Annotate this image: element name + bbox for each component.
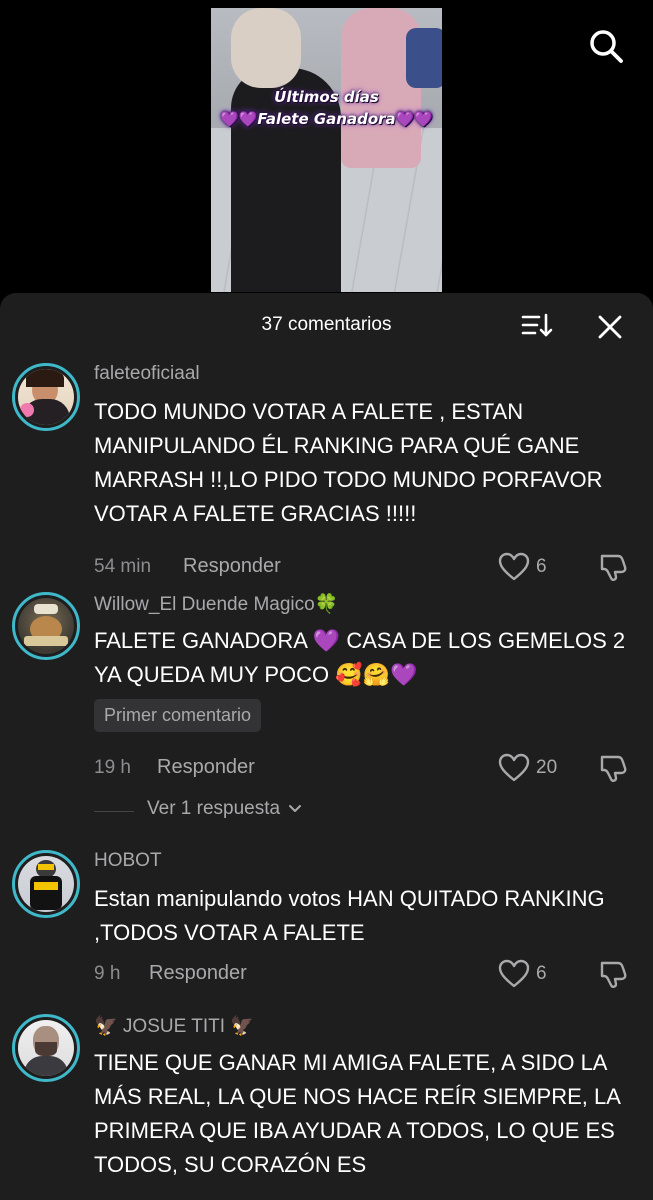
- comment-text: TODO MUNDO VOTAR A FALETE , ESTAN MANIPU…: [94, 399, 603, 526]
- avatar[interactable]: [12, 1014, 80, 1082]
- thumbs-down-icon: [600, 755, 627, 782]
- comment-username[interactable]: 🦅 JOSUE TITI 🦅: [94, 1014, 254, 1038]
- comments-count-title: 37 comentarios: [261, 314, 392, 335]
- overlay-hearts-left: 💜💜: [219, 110, 258, 128]
- comments-panel: 37 comentarios faleteoficiaal TODO MUNDO…: [0, 293, 653, 1200]
- video-thumbnail[interactable]: Últimos días 💜💜Falete Ganadora💜💜: [211, 8, 442, 292]
- comment-time: 54 min: [94, 556, 152, 577]
- overlay-line-2-text: Falete Ganadora: [257, 110, 396, 128]
- dislike-button[interactable]: [598, 753, 630, 783]
- comment-text: Estan manipulando votos HAN QUITADO RANK…: [94, 886, 605, 945]
- avatar[interactable]: [12, 592, 80, 660]
- comment-username[interactable]: faleteoficiaal: [94, 363, 200, 385]
- overlay-hearts-right: 💜💜: [395, 110, 434, 128]
- video-person: [231, 8, 301, 88]
- video-person: [406, 28, 442, 88]
- search-icon: [590, 30, 623, 63]
- thumbs-down-icon: [600, 554, 627, 581]
- search-button[interactable]: [586, 26, 626, 66]
- chevron-down-icon: [289, 804, 302, 812]
- comment-actions: 9 h Responder 6: [94, 959, 634, 989]
- comment-item: HOBOT Estan manipulando votos HAN QUITAD…: [0, 850, 653, 1000]
- sort-icon: [521, 313, 553, 337]
- like-button[interactable]: [498, 552, 530, 582]
- comment-actions: 54 min Responder 6: [94, 552, 634, 582]
- comment-actions: 19 h Responder 20: [94, 753, 634, 783]
- like-button[interactable]: [498, 753, 530, 783]
- first-comment-badge: Primer comentario: [94, 699, 262, 732]
- comment-text: TIENE QUE GANAR MI AMIGA FALETE, A SIDO …: [94, 1050, 620, 1177]
- heart-icon: [498, 959, 530, 988]
- reply-button[interactable]: Responder: [149, 962, 247, 985]
- heart-icon: [498, 753, 530, 782]
- comment-time: 9 h: [94, 963, 121, 984]
- avatar[interactable]: [12, 850, 80, 918]
- reply-button[interactable]: Responder: [157, 756, 255, 779]
- comment-item: 🦅 JOSUE TITI 🦅 TIENE QUE GANAR MI AMIGA …: [0, 1014, 653, 1200]
- heart-icon: [498, 552, 530, 581]
- replies-divider: [94, 811, 134, 812]
- close-button[interactable]: [594, 311, 626, 343]
- sort-button[interactable]: [520, 311, 554, 341]
- view-replies-label: Ver 1 respuesta: [147, 798, 281, 819]
- comments-header: 37 comentarios: [0, 293, 653, 359]
- video-area: Últimos días 💜💜Falete Ganadora💜💜: [0, 0, 653, 300]
- like-count: 6: [536, 963, 547, 984]
- comment-item: faleteoficiaal TODO MUNDO VOTAR A FALETE…: [0, 363, 653, 593]
- overlay-line-1: Últimos días: [274, 88, 379, 106]
- like-count: 20: [536, 757, 558, 778]
- like-button[interactable]: [498, 959, 530, 989]
- like-count: 6: [536, 556, 547, 577]
- avatar[interactable]: [12, 363, 80, 431]
- video-overlay-caption: Últimos días 💜💜Falete Ganadora💜💜: [211, 86, 442, 130]
- dislike-button[interactable]: [598, 959, 630, 989]
- close-icon: [598, 315, 622, 339]
- view-replies-row: Ver 1 respuesta: [94, 798, 394, 826]
- comment-text: FALETE GANADORA 💜 CASA DE LOS GEMELOS 2 …: [94, 628, 626, 687]
- thumbs-down-icon: [600, 961, 627, 988]
- dislike-button[interactable]: [598, 552, 630, 582]
- reply-button[interactable]: Responder: [183, 555, 281, 578]
- comment-username[interactable]: HOBOT: [94, 850, 162, 872]
- comment-username[interactable]: Willow_El Duende Magico🍀: [94, 592, 338, 616]
- comment-time: 19 h: [94, 757, 131, 778]
- view-replies-link[interactable]: Ver 1 respuesta: [147, 798, 303, 820]
- overlay-line-2: 💜💜Falete Ganadora💜💜: [211, 108, 442, 130]
